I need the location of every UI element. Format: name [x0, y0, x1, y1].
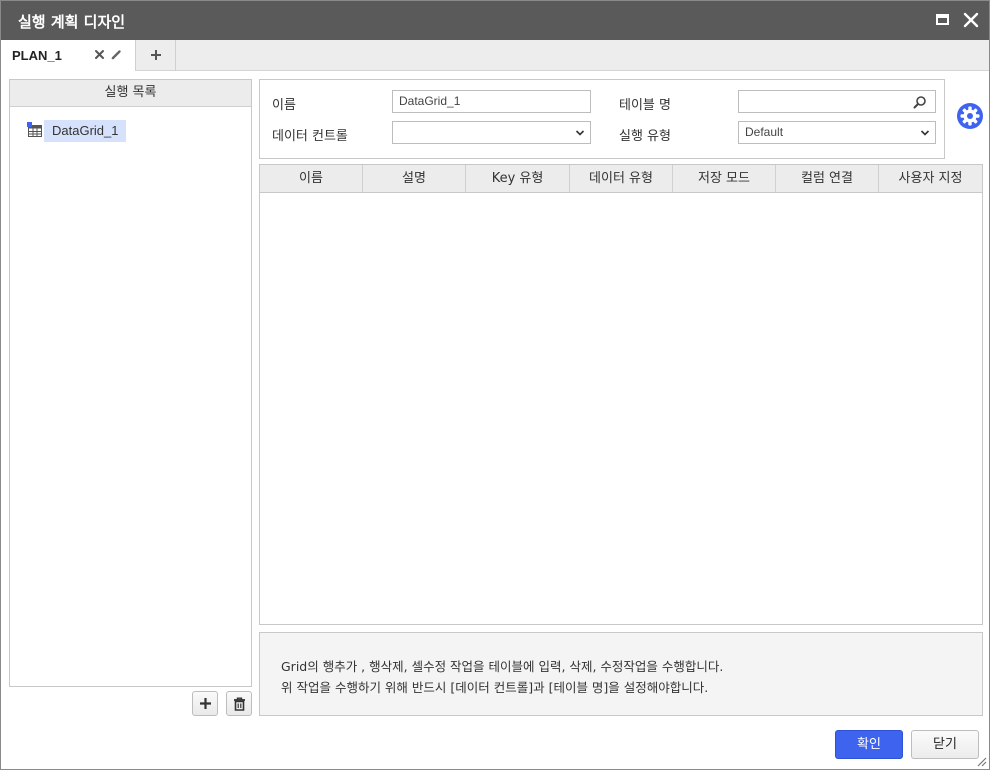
column-header-key-type[interactable]: Key 유형	[466, 165, 570, 192]
exec-type-label: 실행 유형	[619, 129, 671, 144]
delete-item-button[interactable]	[226, 691, 252, 716]
maximize-icon[interactable]	[932, 9, 954, 31]
tab-bar: PLAN_1	[1, 40, 989, 71]
execution-list-panel: 실행 목록 DataGrid_1	[9, 79, 252, 687]
column-header-save-mode[interactable]: 저장 모드	[673, 165, 776, 192]
properties-form: 이름 DataGrid_1 테이블 명 데이터 컨트롤 실행 유형 Defaul…	[259, 79, 945, 159]
close-icon[interactable]	[960, 9, 982, 31]
name-label: 이름	[272, 98, 296, 113]
info-line-2: 위 작업을 수행하기 위해 반드시 [데이터 컨트롤]과 [테이블 명]을 설정…	[281, 680, 709, 695]
window-title: 실행 계획 디자인	[18, 13, 126, 31]
plus-icon	[151, 50, 161, 60]
chevron-down-icon	[575, 130, 585, 136]
data-control-select[interactable]	[392, 121, 591, 144]
chevron-down-icon	[920, 130, 930, 136]
list-item-label: DataGrid_1	[44, 120, 127, 142]
plus-icon	[200, 698, 211, 709]
column-header-name[interactable]: 이름	[260, 165, 363, 192]
close-button[interactable]: 닫기	[911, 730, 979, 759]
trash-icon	[234, 697, 245, 711]
dialog-window: 실행 계획 디자인 PLAN_1 실행 목록 DataGrid_1 이름 Dat…	[0, 0, 990, 770]
data-control-label: 데이터 컨트롤	[272, 129, 348, 144]
column-header-data-type[interactable]: 데이터 유형	[570, 165, 673, 192]
exec-type-select[interactable]: Default	[738, 121, 936, 144]
info-message-box: Grid의 행추가 , 행삭제, 셀수정 작업을 테이블에 입력, 삭제, 수정…	[259, 632, 983, 716]
search-icon[interactable]	[913, 95, 927, 109]
ok-button[interactable]: 확인	[835, 730, 903, 759]
exec-type-value: Default	[745, 125, 784, 139]
column-header-custom[interactable]: 사용자 지정	[879, 165, 982, 192]
column-grid: 이름 설명 Key 유형 데이터 유형 저장 모드 컬럼 연결 사용자 지정	[259, 164, 983, 625]
name-input-value: DataGrid_1	[399, 94, 461, 108]
add-item-button[interactable]	[192, 691, 218, 716]
resize-grip-icon[interactable]	[975, 755, 987, 767]
grid-header: 이름 설명 Key 유형 데이터 유형 저장 모드 컬럼 연결 사용자 지정	[260, 165, 982, 193]
tab-label: PLAN_1	[12, 48, 62, 63]
add-tab-button[interactable]	[136, 40, 176, 71]
settings-gear-icon[interactable]	[956, 102, 984, 130]
table-name-input[interactable]	[738, 90, 936, 113]
grid-table-icon	[27, 122, 42, 137]
tab-plan-1[interactable]: PLAN_1	[1, 40, 136, 71]
name-input[interactable]: DataGrid_1	[392, 90, 591, 113]
column-header-description[interactable]: 설명	[363, 165, 466, 192]
table-name-label: 테이블 명	[619, 98, 671, 113]
info-line-1: Grid의 행추가 , 행삭제, 셀수정 작업을 테이블에 입력, 삭제, 수정…	[281, 659, 724, 674]
execution-list-header: 실행 목록	[10, 80, 251, 107]
title-bar[interactable]: 실행 계획 디자인	[1, 1, 989, 40]
column-header-column-link[interactable]: 컬럼 연결	[776, 165, 879, 192]
tab-edit-icon[interactable]	[110, 48, 123, 61]
tab-close-icon[interactable]	[93, 48, 106, 61]
